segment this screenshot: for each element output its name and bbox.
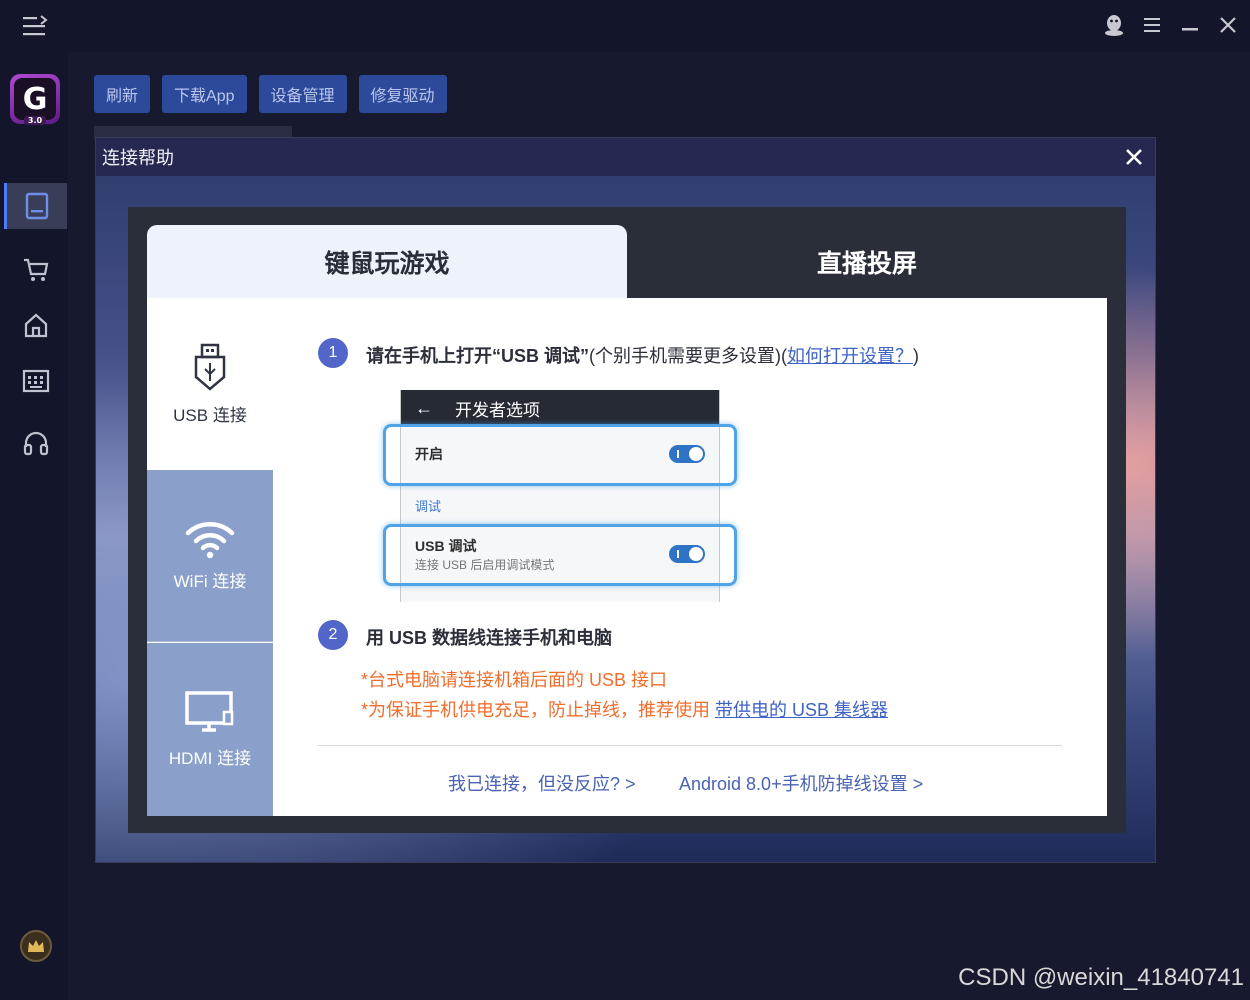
tab-keyboard-mouse-gaming[interactable]: 键鼠玩游戏 xyxy=(147,225,627,298)
headset-icon xyxy=(23,431,48,456)
repair-driver-button[interactable]: 修复驱动 xyxy=(358,75,447,113)
help-panel: 键鼠玩游戏 直播投屏 USB 连接 WiFi 连接 HDMI 连接 1 请在手机… xyxy=(128,207,1126,833)
step-2-text: 用 USB 数据线连接手机和电脑 xyxy=(366,628,613,648)
usb-icon xyxy=(194,343,226,391)
sidebar-item-store[interactable] xyxy=(4,247,67,293)
menu-icon[interactable] xyxy=(1140,12,1164,38)
keyboard-icon xyxy=(22,369,49,393)
app-logo[interactable]: G 3.0 xyxy=(10,74,60,125)
refresh-button[interactable]: 刷新 xyxy=(94,75,151,113)
powered-usb-hub-link[interactable]: 带供电的 USB 集线器 xyxy=(715,700,888,720)
back-arrow-icon: ← xyxy=(415,397,433,418)
step-1-text: 请在手机上打开“USB 调试”(个别手机需要更多设置)(如何打开设置？) xyxy=(366,342,919,368)
connection-hdmi-label: HDMI 连接 xyxy=(168,749,252,768)
android-anti-disconnect-link[interactable]: Android 8.0+手机防掉线设置 > xyxy=(679,770,923,796)
qq-icon[interactable] xyxy=(1102,12,1126,38)
step-1-bold: 请在手机上打开“USB 调试” xyxy=(366,346,590,366)
title-bar xyxy=(0,0,1250,52)
download-app-button[interactable]: 下载App xyxy=(162,75,247,113)
wifi-icon xyxy=(185,522,235,559)
connection-usb[interactable]: USB 连接 xyxy=(147,298,273,470)
phone-header: ← 开发者选项 xyxy=(401,390,719,426)
dialog-title: 连接帮助 xyxy=(102,148,174,168)
vip-crown-icon[interactable] xyxy=(20,930,52,962)
developer-options-illustration: ← 开发者选项 开启 调试 USB 调试 连接 USB 后启用调试模式 xyxy=(383,390,743,602)
note-desktop-usb: *台式电脑请连接机箱后面的 USB 接口 xyxy=(361,670,668,690)
highlight-usb-debug xyxy=(383,524,737,586)
dialog-close-icon[interactable] xyxy=(1121,144,1147,170)
device-manager-button[interactable]: 设备管理 xyxy=(258,75,347,113)
logo-version: 3.0 xyxy=(23,116,47,125)
connection-wifi[interactable]: WiFi 连接 xyxy=(147,470,273,642)
step-2-badge: 2 xyxy=(318,620,348,650)
connection-method-list: USB 连接 WiFi 连接 HDMI 连接 xyxy=(147,298,273,816)
content-divider xyxy=(318,745,1062,746)
menu-toggle-icon[interactable] xyxy=(22,14,50,38)
highlight-enable xyxy=(383,424,737,486)
connection-usb-label: USB 连接 xyxy=(173,405,247,425)
tab-live-casting[interactable]: 直播投屏 xyxy=(627,225,1107,298)
close-icon[interactable] xyxy=(1216,12,1240,38)
home-icon xyxy=(24,313,47,338)
connected-no-response-link[interactable]: 我已连接，但没反应? > xyxy=(448,770,636,796)
dialog-header: 连接帮助 xyxy=(96,138,1155,176)
csdn-watermark: CSDN @weixin_41840741 xyxy=(958,964,1244,991)
toolbar: 刷新 下载App 设备管理 修复驱动 xyxy=(94,75,447,113)
sidebar-item-support[interactable] xyxy=(4,420,67,466)
connection-wifi-label: WiFi 连接 xyxy=(173,572,247,591)
phone-header-title: 开发者选项 xyxy=(455,400,540,420)
how-to-open-settings-link[interactable]: 如何打开设置？ xyxy=(787,346,913,366)
step-1-badge: 1 xyxy=(318,338,348,368)
connection-help-dialog: 连接帮助 键鼠玩游戏 直播投屏 USB 连接 WiFi 连接 HDMI 连接 1… xyxy=(95,137,1156,863)
device-icon xyxy=(25,192,49,220)
step-1-normal: (个别手机需要更多设置)( xyxy=(589,346,787,366)
help-content: USB 连接 WiFi 连接 HDMI 连接 1 请在手机上打开“USB 调试”… xyxy=(147,298,1107,816)
cart-icon xyxy=(23,258,48,281)
sidebar-item-keyboard[interactable] xyxy=(4,358,67,404)
sidebar-item-device[interactable] xyxy=(4,183,67,229)
note-power-hub-text: *为保证手机供电充足，防止掉线，推荐使用 xyxy=(361,700,716,720)
step-1-close: ) xyxy=(913,346,919,366)
sidebar-item-home[interactable] xyxy=(4,302,67,348)
connection-hdmi[interactable]: HDMI 连接 xyxy=(147,643,273,816)
monitor-icon xyxy=(185,691,234,732)
note-power-hub: *为保证手机供电充足，防止掉线，推荐使用 带供电的 USB 集线器 xyxy=(361,696,888,722)
minimize-icon[interactable] xyxy=(1178,12,1202,38)
phone-section-debug: 调试 xyxy=(415,499,442,514)
sidebar: G 3.0 xyxy=(0,52,68,1000)
